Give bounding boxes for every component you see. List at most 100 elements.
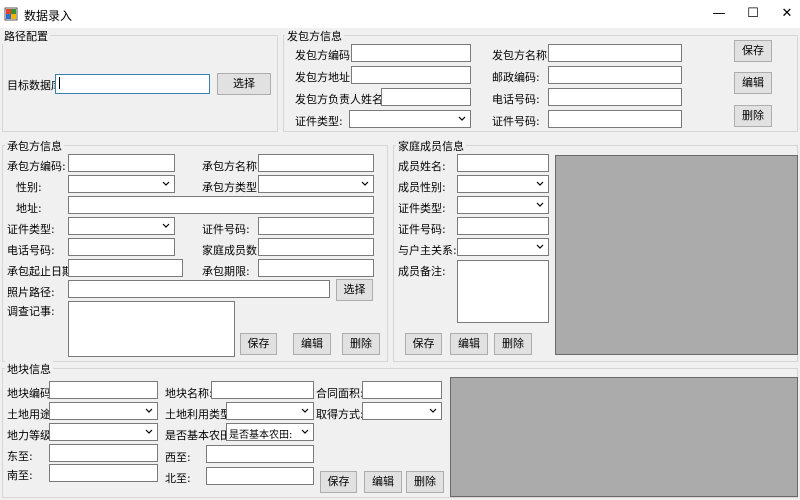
chengbao-name-input[interactable] <box>258 154 374 172</box>
chengbao-edit-button[interactable]: 编辑 <box>293 333 331 355</box>
acquire-select[interactable] <box>362 402 442 420</box>
member-name-label: 成员姓名: <box>398 160 446 173</box>
chengbao-code-input[interactable] <box>68 154 175 172</box>
path-config-legend: 路径配置 <box>2 28 50 44</box>
target-db-input[interactable] <box>55 74 210 94</box>
chengbao-code-label: 承包方编码: <box>7 160 66 173</box>
fabao-edit-button[interactable]: 编辑 <box>734 72 772 94</box>
member-idtype-select[interactable] <box>457 196 549 214</box>
chengbao-delete-button[interactable]: 删除 <box>342 333 380 355</box>
parcel-edit-button[interactable]: 编辑 <box>364 471 402 493</box>
chevron-down-icon <box>536 181 544 186</box>
chevron-down-icon <box>536 244 544 249</box>
family-legend: 家庭成员信息 <box>396 138 466 154</box>
area-label: 合同面积: <box>316 387 364 400</box>
minimize-button[interactable]: — <box>708 4 730 24</box>
chengbao-name-label: 承包方名称: <box>202 160 261 173</box>
fabao-zip-input[interactable] <box>548 66 682 84</box>
term-input[interactable] <box>258 259 374 277</box>
chengbao-phone-label: 电话号码: <box>7 244 55 257</box>
parcel-save-button[interactable]: 保存 <box>320 471 357 493</box>
survey-textarea[interactable] <box>68 301 235 357</box>
gender-select[interactable] <box>68 175 175 193</box>
chevron-down-icon <box>145 408 153 413</box>
basic-farmland-value: 是否基本农田: <box>229 430 293 441</box>
survey-label: 调查记事: <box>7 305 55 318</box>
fabao-address-input[interactable] <box>351 66 471 84</box>
parcel-delete-button[interactable]: 删除 <box>406 471 444 493</box>
basic-farmland-label: 是否基本农田: <box>165 429 235 442</box>
chevron-down-icon <box>458 116 466 121</box>
member-idno-input[interactable] <box>457 217 549 235</box>
chengbao-phone-input[interactable] <box>68 238 175 256</box>
fabao-leader-input[interactable] <box>381 88 471 106</box>
address-label: 地址: <box>16 202 42 215</box>
fabao-idtype-select[interactable] <box>349 110 471 128</box>
chengbao-idno-label: 证件号码: <box>202 223 250 236</box>
fabao-code-input[interactable] <box>351 44 471 62</box>
chengbao-save-button[interactable]: 保存 <box>240 333 277 355</box>
chengbao-idtype-select[interactable] <box>68 217 175 235</box>
area-input[interactable] <box>362 381 442 399</box>
basic-farmland-select[interactable]: 是否基本农田: <box>226 423 314 441</box>
member-idtype-label: 证件类型: <box>398 202 446 215</box>
family-save-button[interactable]: 保存 <box>405 333 442 355</box>
parcel-name-label: 地块名称: <box>165 387 213 400</box>
fabao-delete-button[interactable]: 删除 <box>734 105 772 127</box>
gender-label: 性别: <box>16 181 42 194</box>
maximize-button[interactable]: ☐ <box>742 4 764 24</box>
date-label: 承包起止日期: <box>7 265 77 278</box>
parcel-legend: 地块信息 <box>5 361 53 377</box>
date-input[interactable] <box>68 259 183 277</box>
member-gender-label: 成员性别: <box>398 181 446 194</box>
landuse-type-select[interactable] <box>226 402 314 420</box>
fabao-legend: 发包方信息 <box>285 28 344 44</box>
north-label: 北至: <box>165 472 191 485</box>
chevron-down-icon <box>361 181 369 186</box>
family-photo-box <box>555 155 798 355</box>
chevron-down-icon <box>301 429 309 434</box>
south-input[interactable] <box>49 464 158 482</box>
member-name-input[interactable] <box>457 154 549 172</box>
west-input[interactable] <box>206 445 314 463</box>
term-label: 承包期限: <box>202 265 250 278</box>
member-remark-textarea[interactable] <box>457 260 549 323</box>
parcel-name-input[interactable] <box>211 381 314 399</box>
land-use-label: 土地用途: <box>7 408 55 421</box>
fabao-save-button[interactable]: 保存 <box>734 40 772 62</box>
photo-path-input[interactable] <box>68 280 330 298</box>
fabao-name-input[interactable] <box>548 44 682 62</box>
grade-label: 地力等级: <box>7 429 55 442</box>
relation-select[interactable] <box>457 238 549 256</box>
fabao-zip-label: 邮政编码: <box>492 71 540 84</box>
family-delete-button[interactable]: 删除 <box>494 333 532 355</box>
members-input[interactable] <box>258 238 374 256</box>
land-use-select[interactable] <box>49 402 158 420</box>
fabao-idno-input[interactable] <box>548 110 682 128</box>
family-edit-button[interactable]: 编辑 <box>450 333 488 355</box>
close-button[interactable]: ✕ <box>776 4 798 24</box>
members-label: 家庭成员数: <box>202 244 261 257</box>
photo-select-button[interactable]: 选择 <box>336 279 373 301</box>
grade-select[interactable] <box>49 423 158 441</box>
south-label: 南至: <box>7 469 33 482</box>
fabao-phone-input[interactable] <box>548 88 682 106</box>
chengbao-idno-input[interactable] <box>258 217 374 235</box>
parcel-code-label: 地块编码: <box>7 387 55 400</box>
north-input[interactable] <box>206 467 314 485</box>
member-remark-label: 成员备注: <box>398 265 446 278</box>
address-input[interactable] <box>68 196 374 214</box>
chengbao-type-select[interactable] <box>258 175 374 193</box>
east-input[interactable] <box>49 444 158 462</box>
chevron-down-icon <box>536 202 544 207</box>
fabao-code-label: 发包方编码: <box>295 49 354 62</box>
window-title: 数据录入 <box>24 9 73 23</box>
parcel-code-input[interactable] <box>49 381 158 399</box>
chevron-down-icon <box>429 408 437 413</box>
fabao-phone-label: 电话号码: <box>492 93 540 106</box>
app-icon <box>4 7 18 21</box>
db-select-button[interactable]: 选择 <box>217 73 271 95</box>
west-label: 西至: <box>165 451 191 464</box>
chevron-down-icon <box>162 223 170 228</box>
member-gender-select[interactable] <box>457 175 549 193</box>
